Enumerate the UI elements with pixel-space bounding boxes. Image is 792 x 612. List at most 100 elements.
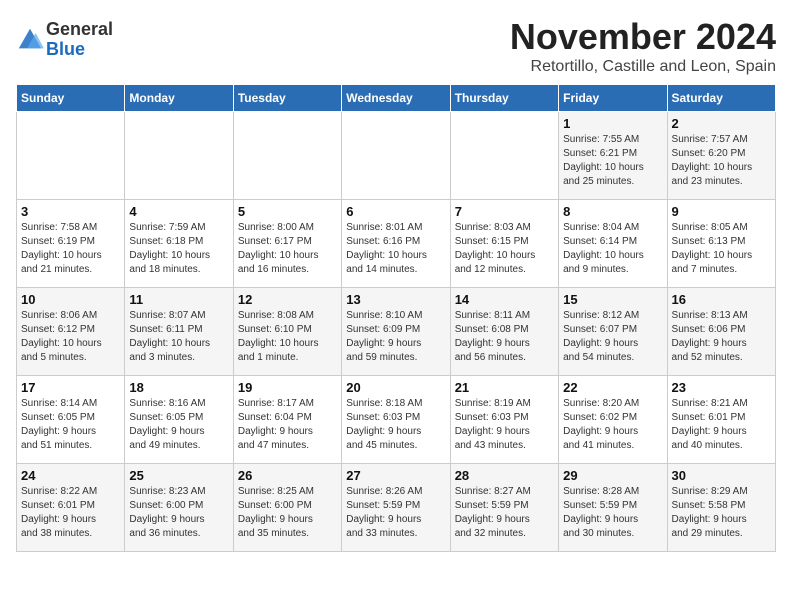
day-info: Sunrise: 8:23 AMSunset: 6:00 PMDaylight:… xyxy=(129,485,228,541)
calendar-cell: 8 Sunrise: 8:04 AMSunset: 6:14 PMDaylight… xyxy=(559,200,667,288)
calendar-cell: 14 Sunrise: 8:11 AMSunset: 6:08 PMDayligh… xyxy=(450,288,558,376)
calendar-cell: 12 Sunrise: 8:08 AMSunset: 6:10 PMDayligh… xyxy=(233,288,341,376)
calendar-week-row: 3Sunrise: 7:58 AMSunset: 6:19 PMDaylight… xyxy=(17,200,776,288)
calendar-cell: 26Sunrise: 8:25 AMSunset: 6:00 PMDayligh… xyxy=(233,464,341,552)
day-number: 7 xyxy=(455,204,554,219)
day-info: Sunrise: 8:11 AMSunset: 6:08 PMDaylight:… xyxy=(455,309,554,365)
day-info: Sunrise: 7:58 AMSunset: 6:19 PMDaylight:… xyxy=(21,221,120,277)
day-info: Sunrise: 8:01 AMSunset: 6:16 PMDaylight:… xyxy=(346,221,445,277)
day-info: Sunrise: 8:27 AMSunset: 5:59 PMDaylight:… xyxy=(455,485,554,541)
day-number: 9 xyxy=(672,204,771,219)
day-number: 25 xyxy=(129,468,228,483)
calendar-cell: 13 Sunrise: 8:10 AMSunset: 6:09 PMDayligh… xyxy=(342,288,450,376)
day-number: 29 xyxy=(563,468,662,483)
calendar-cell: 5 Sunrise: 8:00 AMSunset: 6:17 PMDaylight… xyxy=(233,200,341,288)
logo-icon xyxy=(16,26,44,54)
calendar-body: 1 Sunrise: 7:55 AMSunset: 6:21 PMDaylight… xyxy=(17,112,776,552)
day-of-week-header: Monday xyxy=(125,85,233,112)
calendar-cell xyxy=(125,112,233,200)
calendar-cell: 20Sunrise: 8:18 AMSunset: 6:03 PMDayligh… xyxy=(342,376,450,464)
day-of-week-header: Saturday xyxy=(667,85,775,112)
calendar-cell: 1 Sunrise: 7:55 AMSunset: 6:21 PMDaylight… xyxy=(559,112,667,200)
day-number: 30 xyxy=(672,468,771,483)
day-info: Sunrise: 8:22 AMSunset: 6:01 PMDaylight:… xyxy=(21,485,120,541)
calendar-cell: 29 Sunrise: 8:28 AMSunset: 5:59 PMDayligh… xyxy=(559,464,667,552)
day-of-week-header: Wednesday xyxy=(342,85,450,112)
day-of-week-header: Sunday xyxy=(17,85,125,112)
day-info: Sunrise: 8:08 AMSunset: 6:10 PMDaylight:… xyxy=(238,309,337,365)
calendar-cell: 19 Sunrise: 8:17 AMSunset: 6:04 PMDayligh… xyxy=(233,376,341,464)
day-info: Sunrise: 8:16 AMSunset: 6:05 PMDaylight:… xyxy=(129,397,228,453)
day-info: Sunrise: 8:17 AMSunset: 6:04 PMDaylight:… xyxy=(238,397,337,453)
calendar-cell: 24Sunrise: 8:22 AMSunset: 6:01 PMDayligh… xyxy=(17,464,125,552)
day-info: Sunrise: 8:10 AMSunset: 6:09 PMDaylight:… xyxy=(346,309,445,365)
calendar-header-row: SundayMondayTuesdayWednesdayThursdayFrid… xyxy=(17,85,776,112)
calendar-cell: 7 Sunrise: 8:03 AMSunset: 6:15 PMDaylight… xyxy=(450,200,558,288)
day-number: 12 xyxy=(238,292,337,307)
day-number: 17 xyxy=(21,380,120,395)
calendar-cell: 2Sunrise: 7:57 AMSunset: 6:20 PMDaylight… xyxy=(667,112,775,200)
calendar-cell: 3Sunrise: 7:58 AMSunset: 6:19 PMDaylight… xyxy=(17,200,125,288)
logo: General Blue xyxy=(16,20,113,60)
logo-blue-text: Blue xyxy=(46,40,113,60)
header: General Blue November 2024 Retortillo, C… xyxy=(16,16,776,76)
day-info: Sunrise: 8:18 AMSunset: 6:03 PMDaylight:… xyxy=(346,397,445,453)
calendar-cell: 9 Sunrise: 8:05 AMSunset: 6:13 PMDaylight… xyxy=(667,200,775,288)
day-number: 8 xyxy=(563,204,662,219)
day-info: Sunrise: 8:03 AMSunset: 6:15 PMDaylight:… xyxy=(455,221,554,277)
month-title: November 2024 xyxy=(510,16,776,58)
day-number: 1 xyxy=(563,116,662,131)
day-info: Sunrise: 8:19 AMSunset: 6:03 PMDaylight:… xyxy=(455,397,554,453)
day-number: 14 xyxy=(455,292,554,307)
day-info: Sunrise: 7:59 AMSunset: 6:18 PMDaylight:… xyxy=(129,221,228,277)
calendar-cell xyxy=(17,112,125,200)
day-info: Sunrise: 8:13 AMSunset: 6:06 PMDaylight:… xyxy=(672,309,771,365)
day-number: 13 xyxy=(346,292,445,307)
calendar-week-row: 1 Sunrise: 7:55 AMSunset: 6:21 PMDaylight… xyxy=(17,112,776,200)
calendar-cell: 28 Sunrise: 8:27 AMSunset: 5:59 PMDayligh… xyxy=(450,464,558,552)
day-number: 19 xyxy=(238,380,337,395)
calendar-cell: 4 Sunrise: 7:59 AMSunset: 6:18 PMDaylight… xyxy=(125,200,233,288)
calendar-cell: 25 Sunrise: 8:23 AMSunset: 6:00 PMDayligh… xyxy=(125,464,233,552)
day-number: 26 xyxy=(238,468,337,483)
day-number: 11 xyxy=(129,292,228,307)
day-info: Sunrise: 8:28 AMSunset: 5:59 PMDaylight:… xyxy=(563,485,662,541)
day-info: Sunrise: 8:00 AMSunset: 6:17 PMDaylight:… xyxy=(238,221,337,277)
day-of-week-header: Tuesday xyxy=(233,85,341,112)
day-number: 27 xyxy=(346,468,445,483)
calendar-table: SundayMondayTuesdayWednesdayThursdayFrid… xyxy=(16,84,776,552)
day-info: Sunrise: 7:55 AMSunset: 6:21 PMDaylight:… xyxy=(563,133,662,189)
day-info: Sunrise: 8:06 AMSunset: 6:12 PMDaylight:… xyxy=(21,309,120,365)
day-of-week-header: Thursday xyxy=(450,85,558,112)
location-title: Retortillo, Castille and Leon, Spain xyxy=(510,58,776,76)
calendar-cell: 18Sunrise: 8:16 AMSunset: 6:05 PMDayligh… xyxy=(125,376,233,464)
day-number: 15 xyxy=(563,292,662,307)
day-number: 4 xyxy=(129,204,228,219)
day-info: Sunrise: 8:04 AMSunset: 6:14 PMDaylight:… xyxy=(563,221,662,277)
logo-general-text: General xyxy=(46,20,113,40)
day-number: 5 xyxy=(238,204,337,219)
calendar-week-row: 10Sunrise: 8:06 AMSunset: 6:12 PMDayligh… xyxy=(17,288,776,376)
day-info: Sunrise: 8:12 AMSunset: 6:07 PMDaylight:… xyxy=(563,309,662,365)
day-info: Sunrise: 8:14 AMSunset: 6:05 PMDaylight:… xyxy=(21,397,120,453)
day-number: 21 xyxy=(455,380,554,395)
calendar-cell: 6Sunrise: 8:01 AMSunset: 6:16 PMDaylight… xyxy=(342,200,450,288)
calendar-cell: 22Sunrise: 8:20 AMSunset: 6:02 PMDayligh… xyxy=(559,376,667,464)
calendar-cell: 27 Sunrise: 8:26 AMSunset: 5:59 PMDayligh… xyxy=(342,464,450,552)
day-info: Sunrise: 8:07 AMSunset: 6:11 PMDaylight:… xyxy=(129,309,228,365)
day-info: Sunrise: 8:26 AMSunset: 5:59 PMDaylight:… xyxy=(346,485,445,541)
calendar-cell: 11 Sunrise: 8:07 AMSunset: 6:11 PMDayligh… xyxy=(125,288,233,376)
calendar-cell xyxy=(450,112,558,200)
day-info: Sunrise: 8:05 AMSunset: 6:13 PMDaylight:… xyxy=(672,221,771,277)
calendar-cell: 23 Sunrise: 8:21 AMSunset: 6:01 PMDayligh… xyxy=(667,376,775,464)
day-info: Sunrise: 8:21 AMSunset: 6:01 PMDaylight:… xyxy=(672,397,771,453)
calendar-cell xyxy=(342,112,450,200)
calendar-cell: 10Sunrise: 8:06 AMSunset: 6:12 PMDayligh… xyxy=(17,288,125,376)
calendar-cell: 21 Sunrise: 8:19 AMSunset: 6:03 PMDayligh… xyxy=(450,376,558,464)
day-number: 28 xyxy=(455,468,554,483)
calendar-cell: 17 Sunrise: 8:14 AMSunset: 6:05 PMDayligh… xyxy=(17,376,125,464)
day-number: 2 xyxy=(672,116,771,131)
day-number: 22 xyxy=(563,380,662,395)
day-of-week-header: Friday xyxy=(559,85,667,112)
day-number: 23 xyxy=(672,380,771,395)
